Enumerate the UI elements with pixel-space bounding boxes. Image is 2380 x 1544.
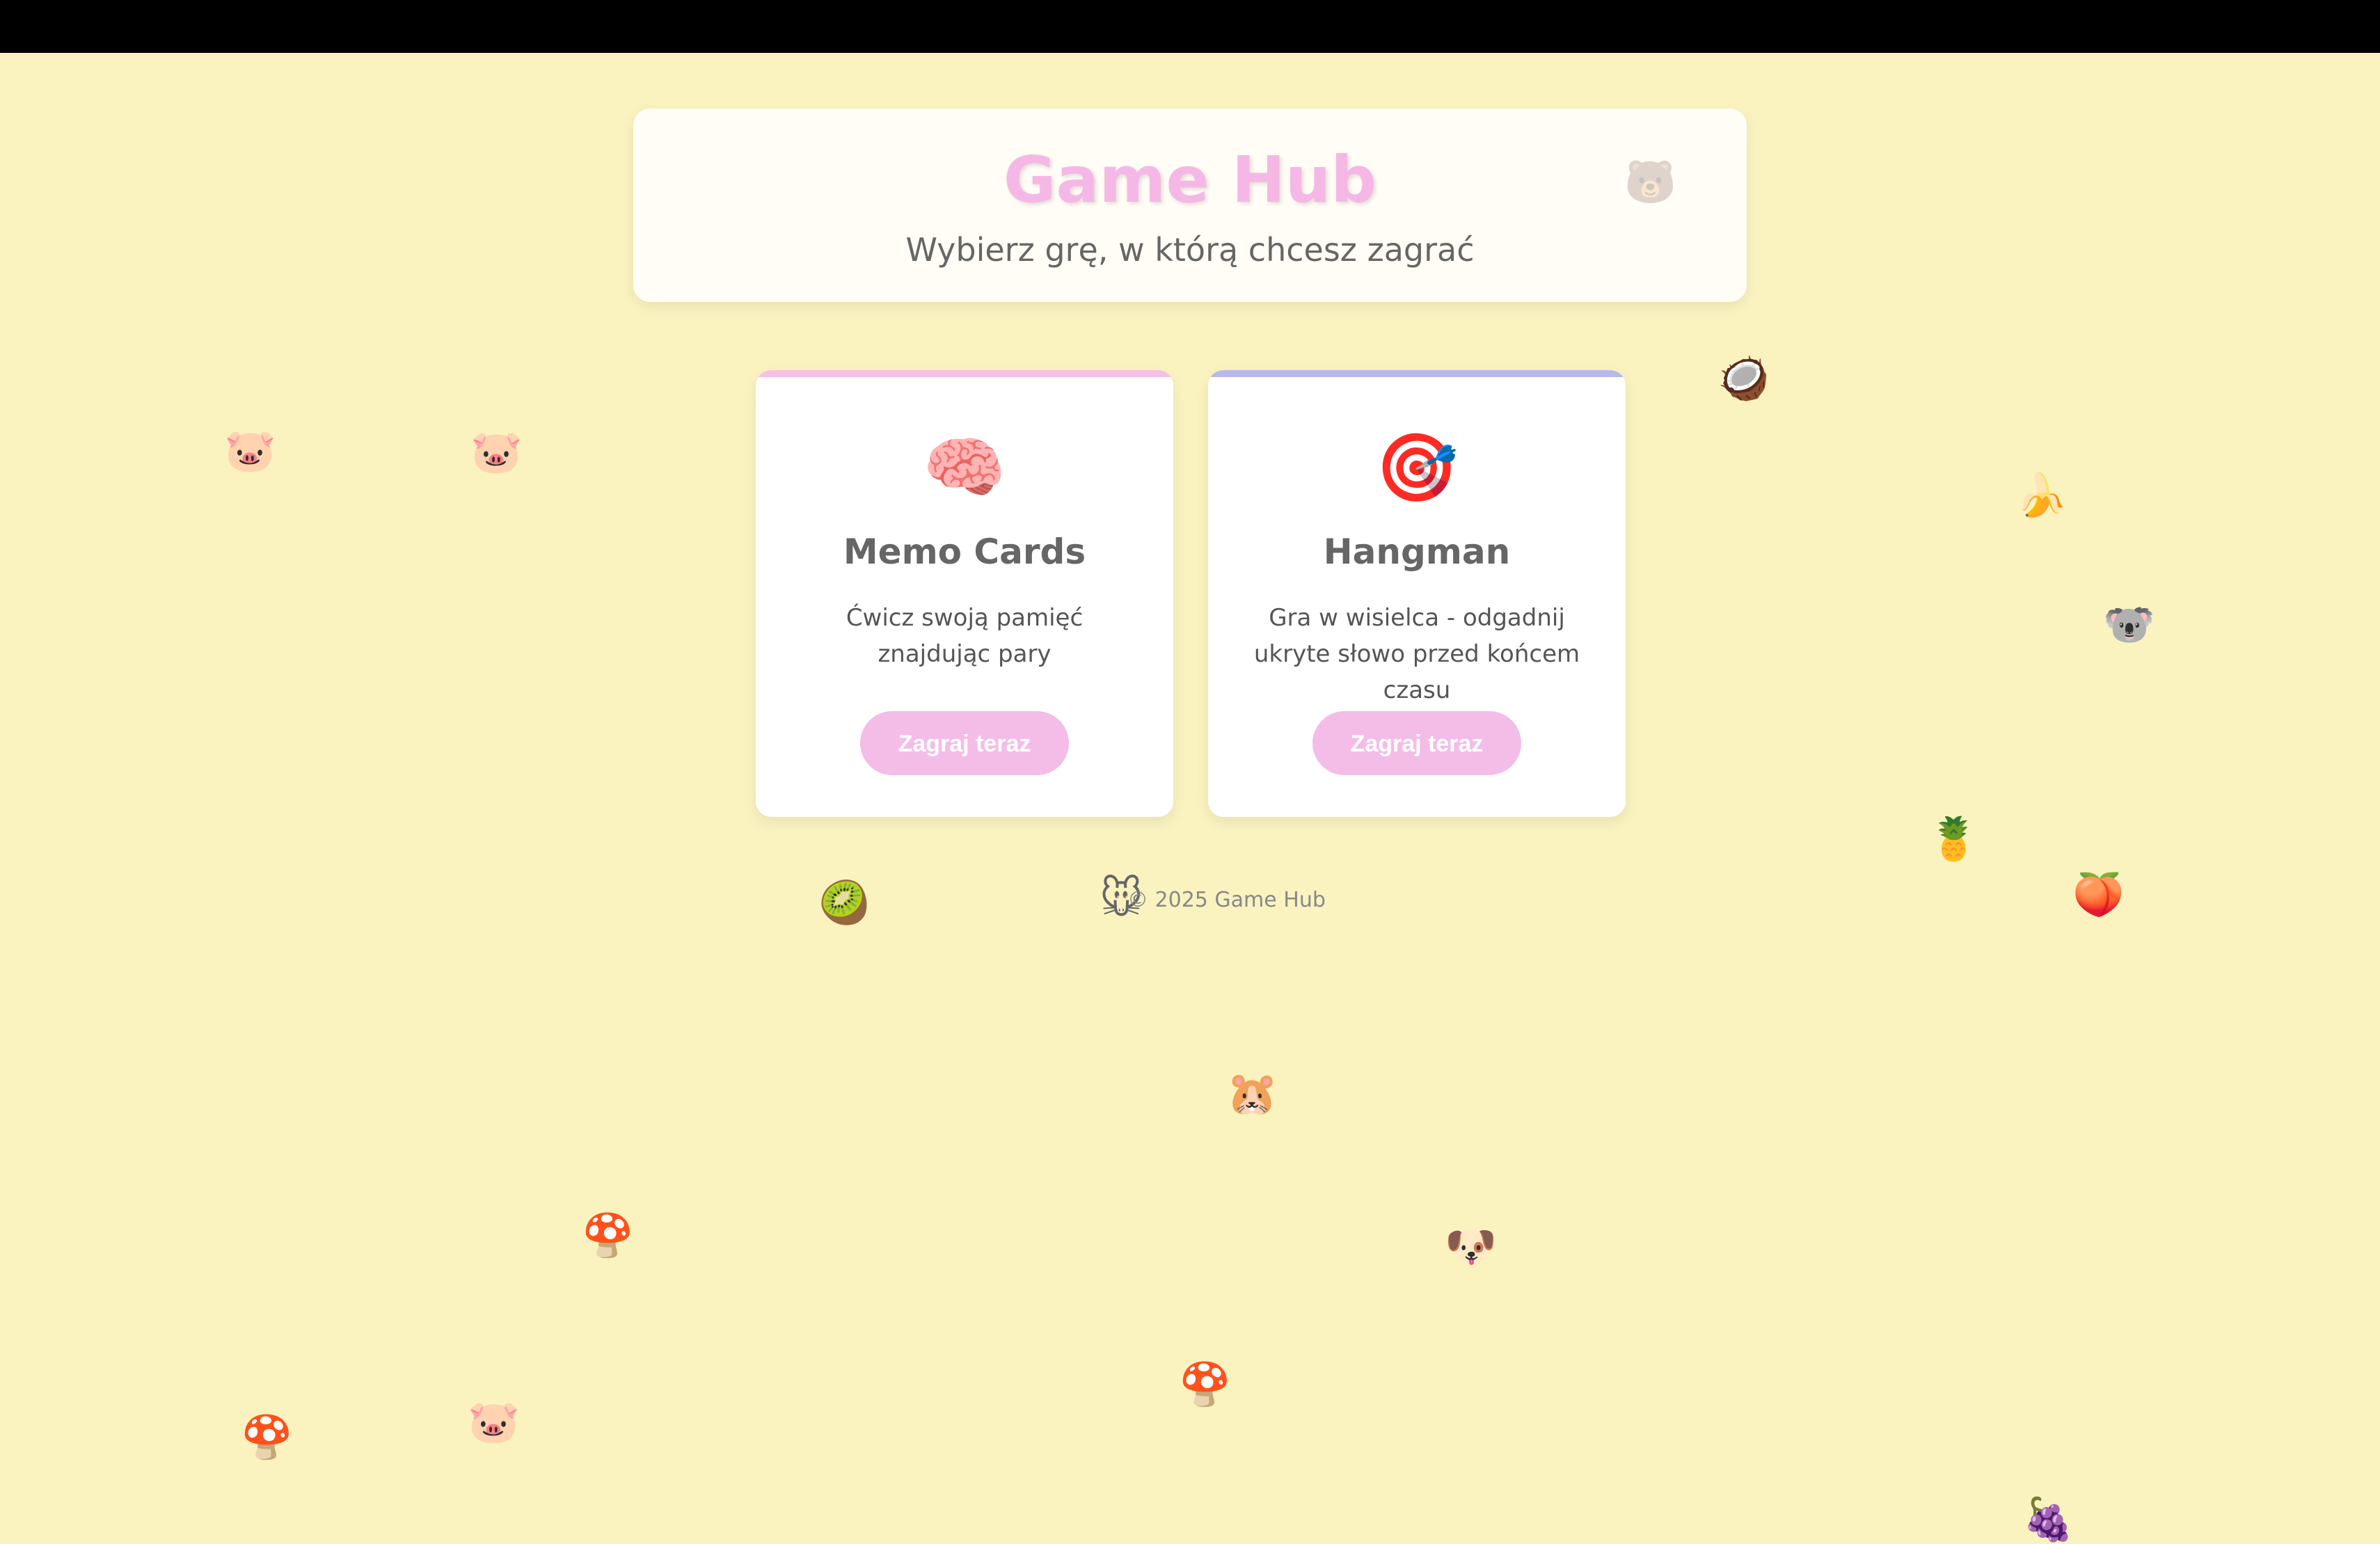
pig-icon: 🐷 [468, 1398, 520, 1447]
grapes-icon: 🍇 [2022, 1495, 2074, 1544]
card-accent-bar [756, 370, 1173, 377]
koala-icon: 🐨 [2103, 600, 2155, 649]
page-subtitle: Wybierz grę, w którą chcesz zagrać [905, 231, 1475, 269]
dog-icon: 🐶 [1445, 1223, 1497, 1271]
hamster-icon: 🐹 [1226, 1069, 1278, 1118]
brain-icon: 🧠 [923, 429, 1006, 507]
bear-icon: 🐻 [1624, 158, 1676, 207]
header-card: Game Hub Wybierz grę, w którą chcesz zag… [633, 109, 1747, 302]
coconut-icon: 🥥 [1717, 354, 1770, 403]
peach-icon: 🍑 [2072, 870, 2125, 919]
pig-icon: 🐷 [470, 428, 523, 477]
game-card-hangman[interactable]: 🎯 Hangman Gra w wisielca - odgadnij ukry… [1208, 370, 1626, 817]
game-description: Gra w wisielca - odgadnij ukryte słowo p… [1253, 604, 1580, 704]
mushroom-icon: 🍄 [582, 1211, 634, 1260]
mushroom-icon: 🍄 [1179, 1360, 1231, 1409]
card-accent-bar [1208, 370, 1626, 377]
game-title: Memo Cards [843, 532, 1086, 572]
pig-icon: 🐷 [224, 427, 276, 475]
footer-copyright: © 2025 Game Hub [1127, 888, 1326, 912]
game-card-memo-cards[interactable]: 🧠 Memo Cards Ćwicz swoją pamięć znajdują… [756, 370, 1173, 817]
kiwi-icon: 🥝 [818, 879, 871, 928]
play-now-button[interactable]: Zagraj teraz [1312, 711, 1521, 775]
top-black-bar [0, 0, 2380, 53]
target-icon: 🎯 [1375, 429, 1459, 507]
game-title: Hangman [1323, 532, 1511, 572]
play-now-button[interactable]: Zagraj teraz [860, 711, 1069, 775]
mushroom-icon: 🍄 [241, 1413, 293, 1462]
page-title: Game Hub [1003, 143, 1377, 217]
pineapple-icon: 🍍 [1928, 815, 1980, 863]
banana-icon: 🍌 [2015, 471, 2068, 520]
game-description: Ćwicz swoją pamięć znajdując pary [846, 604, 1084, 668]
